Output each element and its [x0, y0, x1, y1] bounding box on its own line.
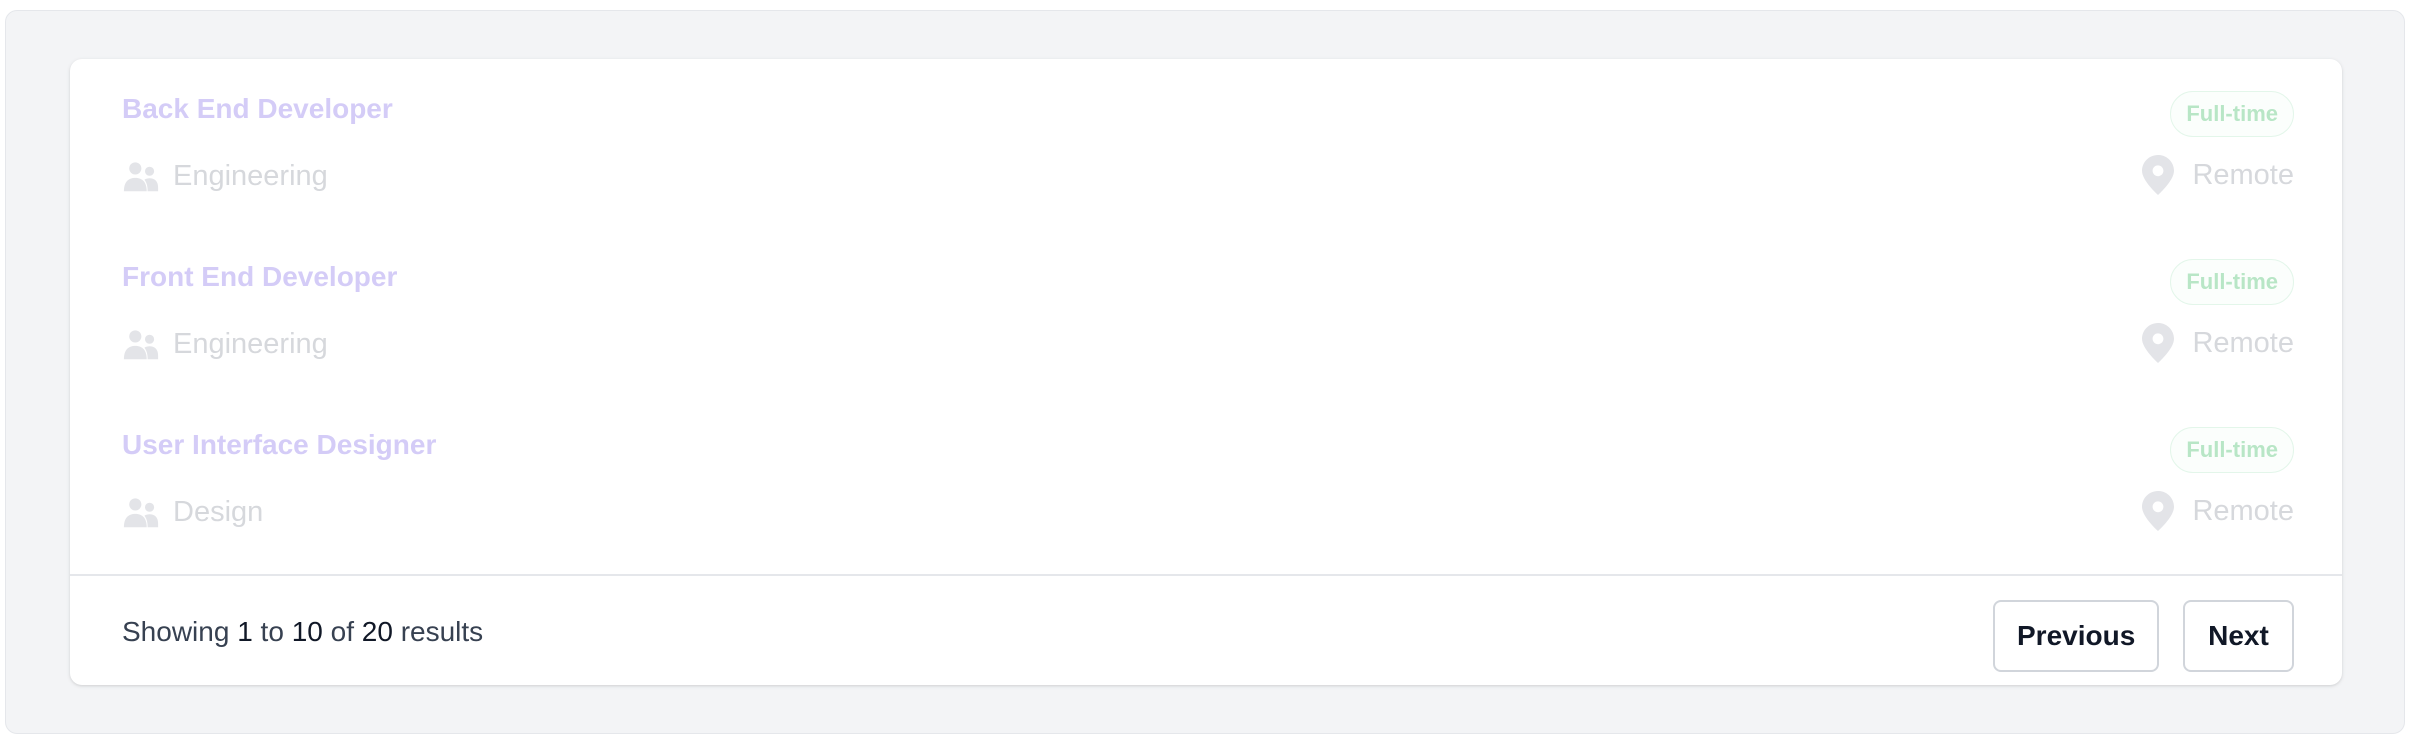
summary-total: 20	[361, 616, 393, 647]
job-location: Remote	[2142, 491, 2294, 531]
job-type-badge: Full-time	[2170, 91, 2294, 137]
job-department: Engineering	[122, 157, 328, 195]
previous-button[interactable]: Previous	[1993, 600, 2159, 672]
location-label: Remote	[2192, 326, 2294, 359]
page-frame: Back End Developer Full-time Engineering	[5, 10, 2405, 734]
job-row[interactable]: Front End Developer Full-time Engineerin…	[70, 227, 2342, 395]
summary-from: 1	[237, 616, 253, 647]
users-icon	[123, 330, 159, 360]
summary-prefix: Showing	[122, 616, 230, 647]
job-location: Remote	[2142, 323, 2294, 363]
job-title-link[interactable]: Front End Developer	[122, 261, 397, 293]
job-department: Design	[122, 493, 263, 531]
pagination-bar: Showing 1 to 10 of 20 results Previous N…	[70, 574, 2342, 685]
users-icon	[123, 162, 159, 192]
location-pin-icon	[2142, 323, 2175, 363]
summary-to: 10	[291, 616, 323, 647]
job-type-badge: Full-time	[2170, 259, 2294, 305]
department-label: Engineering	[173, 327, 328, 360]
summary-of-word: of	[330, 616, 354, 647]
job-department: Engineering	[122, 325, 328, 363]
job-list: Back End Developer Full-time Engineering	[70, 59, 2342, 574]
department-label: Design	[173, 495, 264, 528]
next-button[interactable]: Next	[2183, 600, 2294, 672]
results-summary: Showing 1 to 10 of 20 results	[122, 616, 483, 648]
location-label: Remote	[2192, 494, 2294, 527]
job-row[interactable]: Back End Developer Full-time Engineering	[70, 59, 2342, 227]
job-title-link[interactable]: Back End Developer	[122, 93, 393, 125]
location-pin-icon	[2142, 155, 2175, 195]
location-label: Remote	[2192, 158, 2294, 191]
job-type-badge: Full-time	[2170, 427, 2294, 473]
summary-results-word: results	[400, 616, 484, 647]
department-label: Engineering	[173, 159, 328, 192]
location-pin-icon	[2142, 491, 2175, 531]
job-title-link[interactable]: User Interface Designer	[122, 429, 436, 461]
summary-to-word: to	[260, 616, 284, 647]
job-row[interactable]: User Interface Designer Full-time Design	[70, 395, 2342, 563]
job-location: Remote	[2142, 155, 2294, 195]
jobs-card: Back End Developer Full-time Engineering	[70, 59, 2342, 685]
users-icon	[123, 498, 159, 528]
